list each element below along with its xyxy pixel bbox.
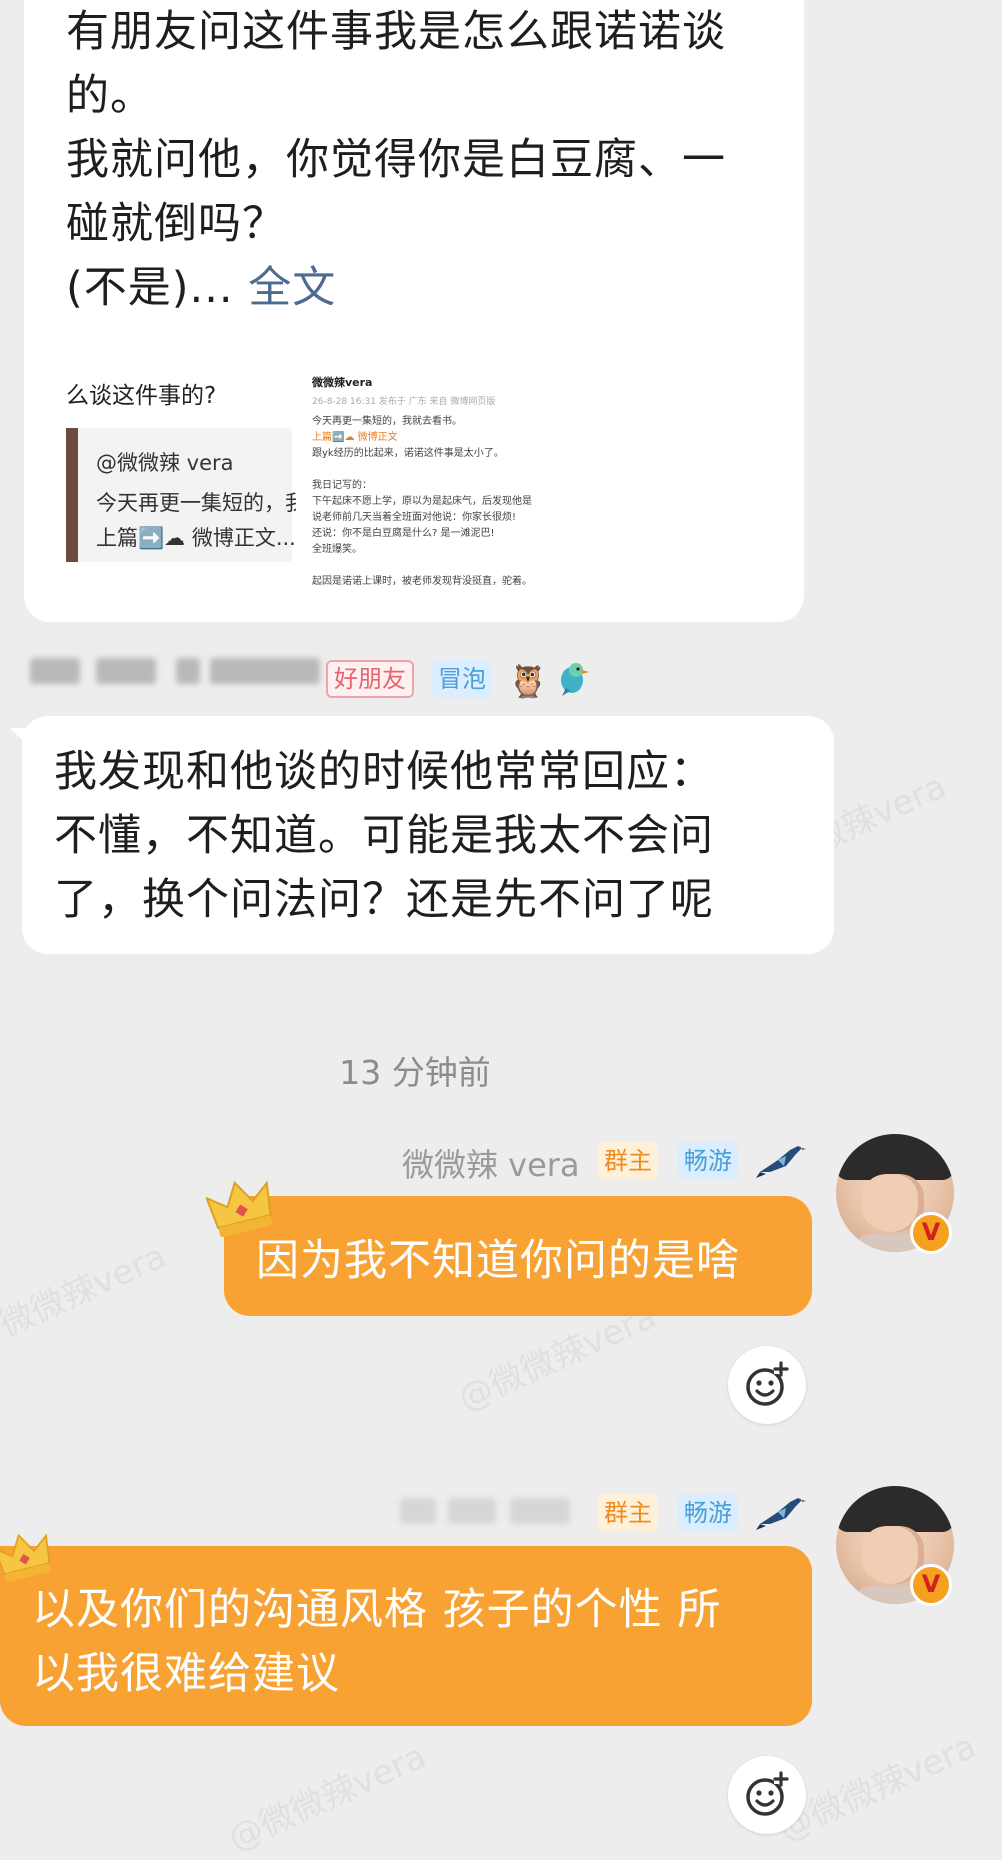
group-owner-tag: 群主 [598,1142,658,1180]
preview-line: 说老师前几天当着全班面对他说：你家长很烦! [312,512,517,523]
article-last-line: (不是)... 全文 [66,256,766,320]
message-line: 我发现和他谈的时候他常常回应： [54,747,714,797]
article-image-right[interactable]: 微微辣vera 26-8-28 16:31 发布于 广东 来自 微博网页版 今天… [306,368,606,592]
preview-line: 全班爆笑。 [312,544,362,555]
watermark: @微微辣vera [222,1736,433,1860]
full-text-link[interactable]: 全文 [248,263,336,313]
article-line: 碰就倒吗？ [66,199,286,249]
verified-v-icon: V [910,1564,952,1606]
swim-tag: 畅游 [678,1494,738,1532]
friend-tag: 好朋友 [326,660,414,698]
article-line-prefix: (不是)... [66,263,249,313]
preview-line: 还说：你不是白豆腐是什么? 是一滩泥巴! [312,528,495,539]
preview-line: 今天再更一集短的，我就去看书。 [312,416,462,427]
message-line: 不懂，不知道。可能是我太不会问 [54,811,714,861]
swim-tag: 畅游 [678,1142,738,1180]
emoji-add-icon [746,1361,789,1406]
sender-name[interactable]: 微微辣 vera [402,1140,580,1186]
preview-title: 么谈这件事的? [66,383,217,409]
article-line: 的。 [66,71,154,121]
article-image-left[interactable]: 么谈这件事的? @微微辣 vera 今天再更一集短的，我 上篇➡️☁ 微博正文.… [66,372,296,568]
magpie-badge-icon [756,1498,806,1530]
preview-line: 跟yk经历的比起来，诺诺这件事是太小了。 [312,448,504,459]
article-line: 有朋友问这件事我是怎么跟诺诺谈 [66,7,726,57]
bubble-tag: 冒泡 [432,660,492,698]
magpie-badge-icon [756,1146,806,1178]
sender-name-blurred[interactable] [30,656,320,688]
add-reaction-button[interactable] [728,1346,806,1424]
preview-snippet: 上篇➡️☁ 微博正文... [96,526,296,550]
owl-badge-icon: 🦉 [508,662,548,700]
preview-line: 上篇➡️☁ 微博正文 [312,432,398,443]
preview-line: 我日记写的： [312,480,372,491]
message-line: 以我很难给建议 [32,1649,340,1699]
verified-v-icon: V [910,1212,952,1254]
message-text: 以及你们的沟通风格 孩子的个性 所 以我很难给建议 [32,1578,792,1706]
message-text: 因为我不知道你问的是啥 [256,1236,740,1286]
preview-username: 微微辣vera [312,376,373,389]
emoji-add-icon [746,1771,789,1816]
article-text: 有朋友问这件事我是怎么跟诺诺谈 的。 我就问他，你觉得你是白豆腐、一 碰就倒吗？… [66,0,766,320]
bird-badge-icon [561,663,589,696]
timestamp: 13 分钟前 [339,1053,491,1092]
group-owner-tag: 群主 [598,1494,658,1532]
preview-line: 起因是诺诺上课时，被老师发现背没挺直，驼着。 [312,576,532,587]
crown-icon [0,1533,51,1583]
preview-thumbnail [66,428,78,562]
message-line: 了，换个问法问？还是先不问了呢 [54,875,714,925]
preview-line: 下午起床不愿上学，原以为是起床气，后发现他是 [312,496,532,507]
crown-icon [206,1180,273,1238]
article-line: 我就问他，你觉得你是白豆腐、一 [66,135,726,185]
preview-meta: 26-8-28 16:31 发布于 广东 来自 微博网页版 [312,397,496,407]
watermark: @微微辣vera [0,1236,173,1360]
sender-name-blurred[interactable] [400,1496,580,1528]
add-reaction-button[interactable] [728,1756,806,1834]
preview-snippet: 今天再更一集短的，我 [96,491,296,515]
message-text: 我发现和他谈的时候他常常回应： 不懂，不知道。可能是我太不会问 了，换个问法问？… [54,740,814,932]
preview-author: @微微辣 vera [96,451,234,475]
message-line: 以及你们的沟通风格 孩子的个性 所 [32,1585,722,1635]
